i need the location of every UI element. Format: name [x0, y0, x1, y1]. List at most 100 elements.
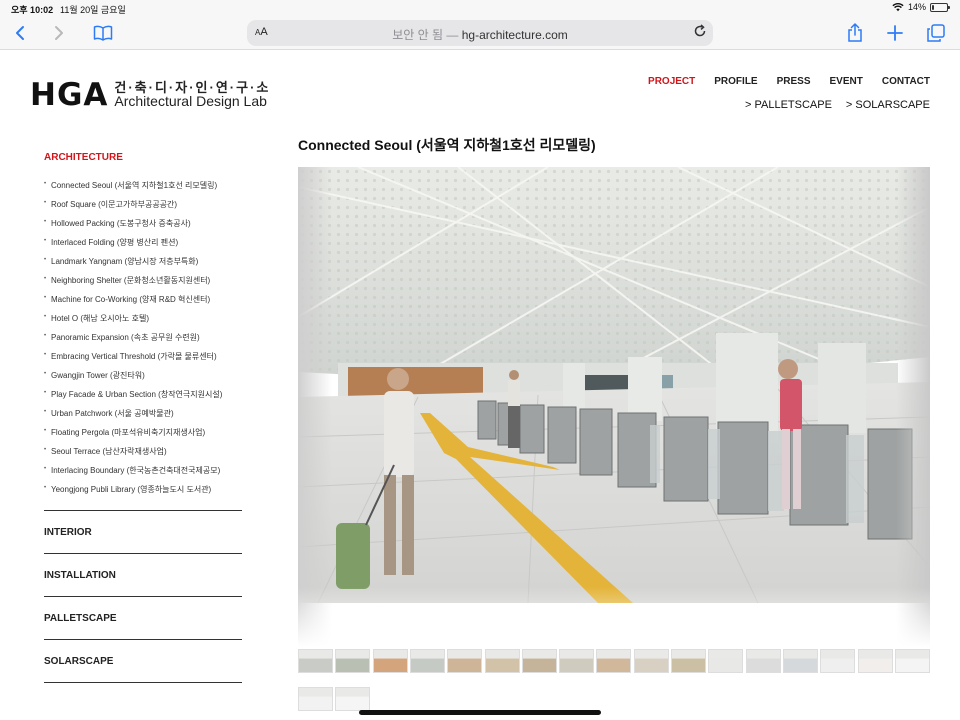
thumbnail-image[interactable] — [521, 649, 557, 673]
thumbnail-image[interactable] — [633, 649, 669, 673]
project-list-item[interactable]: • Seoul Terrace (남산자락재생사업) — [44, 446, 242, 465]
project-list-item[interactable]: • Neighboring Shelter (문화청소년활동지원센터) — [44, 275, 242, 294]
project-list-label: Urban Patchwork (서울 공예박물관) — [51, 409, 174, 418]
nav-event[interactable]: EVENT — [830, 76, 863, 87]
url-separator: — — [443, 28, 462, 42]
reload-button[interactable] — [693, 24, 707, 41]
project-sidebar: ARCHITECTURE • Connected Seoul (서울역 지하철1호… — [44, 152, 242, 683]
thumbnail-image[interactable] — [671, 649, 706, 673]
bullet-icon: • — [44, 409, 47, 415]
site-logo[interactable]: HGA 건·축·디·자·인·연·구·소 Architectural Design… — [30, 77, 270, 113]
wifi-icon — [892, 2, 904, 12]
url-text: 보안 안 됨 — hg-architecture.com — [247, 26, 713, 43]
thumbnail-image[interactable] — [335, 687, 371, 711]
reload-icon — [694, 24, 706, 37]
bullet-icon: • — [44, 295, 47, 301]
project-list-item[interactable]: • Gwangjin Tower (광진타워) — [44, 370, 242, 389]
project-list-item[interactable]: • Floating Pergola (마포석유비축기지재생사업) — [44, 427, 242, 446]
station-rendering — [298, 167, 930, 647]
bullet-icon: • — [44, 333, 47, 339]
distant-figure — [508, 370, 520, 448]
sidebar-heading-architecture[interactable]: ARCHITECTURE — [44, 152, 242, 170]
thumbnail-image[interactable] — [372, 649, 408, 673]
thumbnail-image[interactable] — [409, 649, 445, 673]
project-list-label: Yeongjong Publi Library (영종하늘도시 도서관) — [51, 485, 212, 494]
main-nav: PROJECT PROFILE PRESS EVENT CONTACT — [648, 76, 930, 87]
battery-percent: 14% — [907, 2, 926, 12]
bullet-icon: • — [44, 238, 47, 244]
bullet-icon: • — [44, 181, 47, 187]
thumbnail-image[interactable] — [782, 649, 818, 673]
thumbnail-image[interactable] — [596, 649, 632, 673]
nav-profile[interactable]: PROFILE — [714, 76, 757, 87]
bullet-icon: • — [44, 257, 47, 263]
nav-press[interactable]: PRESS — [777, 76, 811, 87]
project-list-item[interactable]: • Interlacing Boundary (한국농촌건축대전국제공모) — [44, 465, 242, 484]
bullet-icon: • — [44, 371, 47, 377]
sidebar-section-palletscape[interactable]: PALLETSCAPE — [44, 597, 242, 639]
share-button[interactable] — [843, 22, 867, 44]
thumbnail-image[interactable] — [447, 649, 483, 673]
bookmarks-button[interactable] — [91, 22, 115, 44]
thumbnail-image[interactable] — [745, 649, 781, 673]
project-list-item[interactable]: • Urban Patchwork (서울 공예박물관) — [44, 408, 242, 427]
project-list-item[interactable]: • Panoramic Expansion (속초 공무원 수련원) — [44, 332, 242, 351]
project-list-label: Connected Seoul (서울역 지하철1호선 리모델링) — [51, 181, 218, 190]
logo-korean: 건·축·디·자·인·연·구·소 — [114, 79, 271, 95]
project-list-label: Seoul Terrace (남산자락재생사업) — [51, 447, 167, 456]
project-list-item[interactable]: • Yeongjong Publi Library (영종하늘도시 도서관) — [44, 484, 242, 503]
project-list-item[interactable]: • Embracing Vertical Threshold (가락몰 물류센터) — [44, 351, 242, 370]
thumbnail-image[interactable] — [894, 649, 930, 673]
subnav-palletscape[interactable]: > PALLETSCAPE — [745, 99, 832, 111]
project-list-item[interactable]: • Roof Square (이문고가하부공공공간) — [44, 199, 242, 218]
thumbnail-image[interactable] — [298, 687, 333, 711]
project-list-item[interactable]: • Hollowed Packing (도봉구청사 증축공사) — [44, 218, 242, 237]
tabs-icon — [927, 24, 945, 42]
url-domain: hg-architecture.com — [461, 28, 568, 42]
bullet-icon: • — [44, 352, 47, 358]
thumbnail-image[interactable] — [820, 649, 856, 673]
tabs-button[interactable] — [924, 22, 948, 44]
divider — [44, 682, 242, 683]
thumbnail-image[interactable] — [559, 649, 595, 673]
new-tab-button[interactable] — [883, 22, 907, 44]
project-list-item[interactable]: • Interlaced Folding (양평 병산리 펜션) — [44, 237, 242, 256]
project-list-label: Hollowed Packing (도봉구청사 증축공사) — [51, 219, 191, 228]
bullet-icon: • — [44, 200, 47, 206]
project-list-item[interactable]: • Connected Seoul (서울역 지하철1호선 리모델링) — [44, 180, 242, 199]
status-time: 오후 10:02 — [11, 5, 54, 15]
project-title: Connected Seoul (서울역 지하철1호선 리모델링) — [298, 137, 596, 153]
nav-contact[interactable]: CONTACT — [882, 76, 930, 87]
sidebar-section-solarscape[interactable]: SOLARSCAPE — [44, 640, 242, 682]
project-list-item[interactable]: • Machine for Co-Working (양재 R&D 혁신센터) — [44, 294, 242, 313]
nav-project[interactable]: PROJECT — [648, 76, 695, 87]
thumbnail-image[interactable] — [484, 649, 520, 673]
thumbnail-image[interactable] — [708, 649, 744, 673]
project-list-label: Gwangjin Tower (광진타워) — [51, 371, 145, 380]
project-hero-image[interactable] — [298, 167, 930, 647]
thumbnail-strip — [298, 649, 938, 719]
project-list-label: Interlaced Folding (양평 병산리 펜션) — [51, 238, 179, 247]
sidebar-section-installation[interactable]: INSTALLATION — [44, 554, 242, 596]
thumbnail-image[interactable] — [857, 649, 893, 673]
sidebar-section-interior[interactable]: INTERIOR — [44, 511, 242, 553]
address-bar[interactable]: AA 보안 안 됨 — hg-architecture.com — [247, 20, 713, 46]
project-list-label: Embracing Vertical Threshold (가락몰 물류센터) — [51, 352, 217, 361]
forward-button[interactable] — [47, 22, 71, 44]
bullet-icon: • — [44, 428, 47, 434]
insecure-label: 보안 안 됨 — [392, 28, 444, 42]
thumbnail-image[interactable] — [298, 649, 333, 673]
back-button[interactable] — [8, 22, 32, 44]
bullet-icon: • — [44, 485, 47, 491]
project-list-label: Floating Pergola (마포석유비축기지재생사업) — [51, 428, 206, 437]
thumbnail-image[interactable] — [335, 649, 371, 673]
project-list-item[interactable]: • Hotel O (해남 오시아노 호텔) — [44, 313, 242, 332]
logo-subtitle: 건·축·디·자·인·연·구·소 Architectural Design Lab — [114, 81, 270, 109]
project-list-item[interactable]: • Landmark Yangnam (양남시장 저층부특화) — [44, 256, 242, 275]
browser-toolbar: AA 보안 안 됨 — hg-architecture.com — [0, 16, 960, 50]
bullet-icon: • — [44, 447, 47, 453]
subnav-solarscape[interactable]: > SOLARSCAPE — [846, 99, 930, 111]
project-list-item[interactable]: • Play Facade & Urban Section (창작연극지원시설) — [44, 389, 242, 408]
home-indicator[interactable] — [359, 710, 601, 715]
